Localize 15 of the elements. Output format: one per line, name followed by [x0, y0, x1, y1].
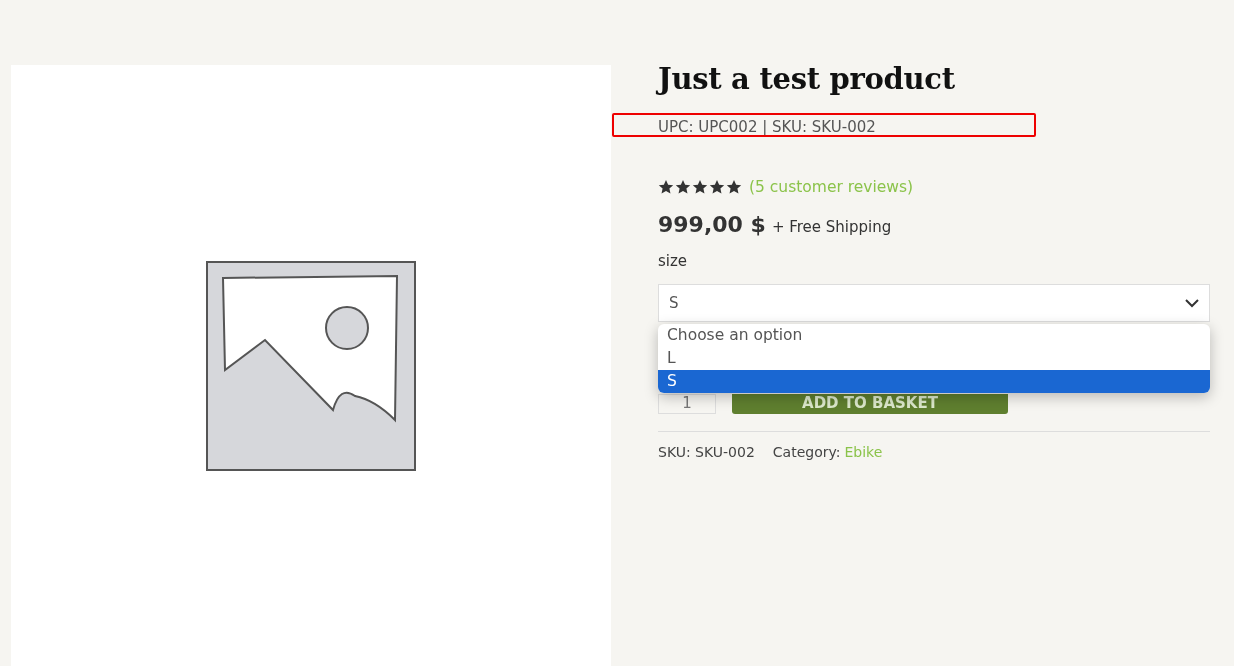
product-title: Just a test product — [658, 62, 956, 96]
image-placeholder-icon — [205, 259, 417, 472]
dropdown-option[interactable]: S — [658, 370, 1210, 393]
add-to-basket-button[interactable]: ADD TO BASKET — [732, 394, 1008, 414]
size-select[interactable]: S — [658, 284, 1210, 322]
quantity-field[interactable]: 1 — [658, 394, 716, 414]
price: 999,00 $ — [658, 212, 766, 237]
chevron-down-icon — [1185, 298, 1199, 308]
selected-value: S — [669, 294, 679, 312]
dropdown-option[interactable]: L — [658, 347, 1210, 370]
shipping-note: + Free Shipping — [771, 218, 892, 236]
sku-text: SKU: SKU-002 — [658, 444, 755, 460]
variation-label: size — [658, 252, 689, 270]
dropdown-option[interactable]: Choose an option — [658, 324, 1210, 347]
category-label: Category: — [772, 444, 841, 460]
